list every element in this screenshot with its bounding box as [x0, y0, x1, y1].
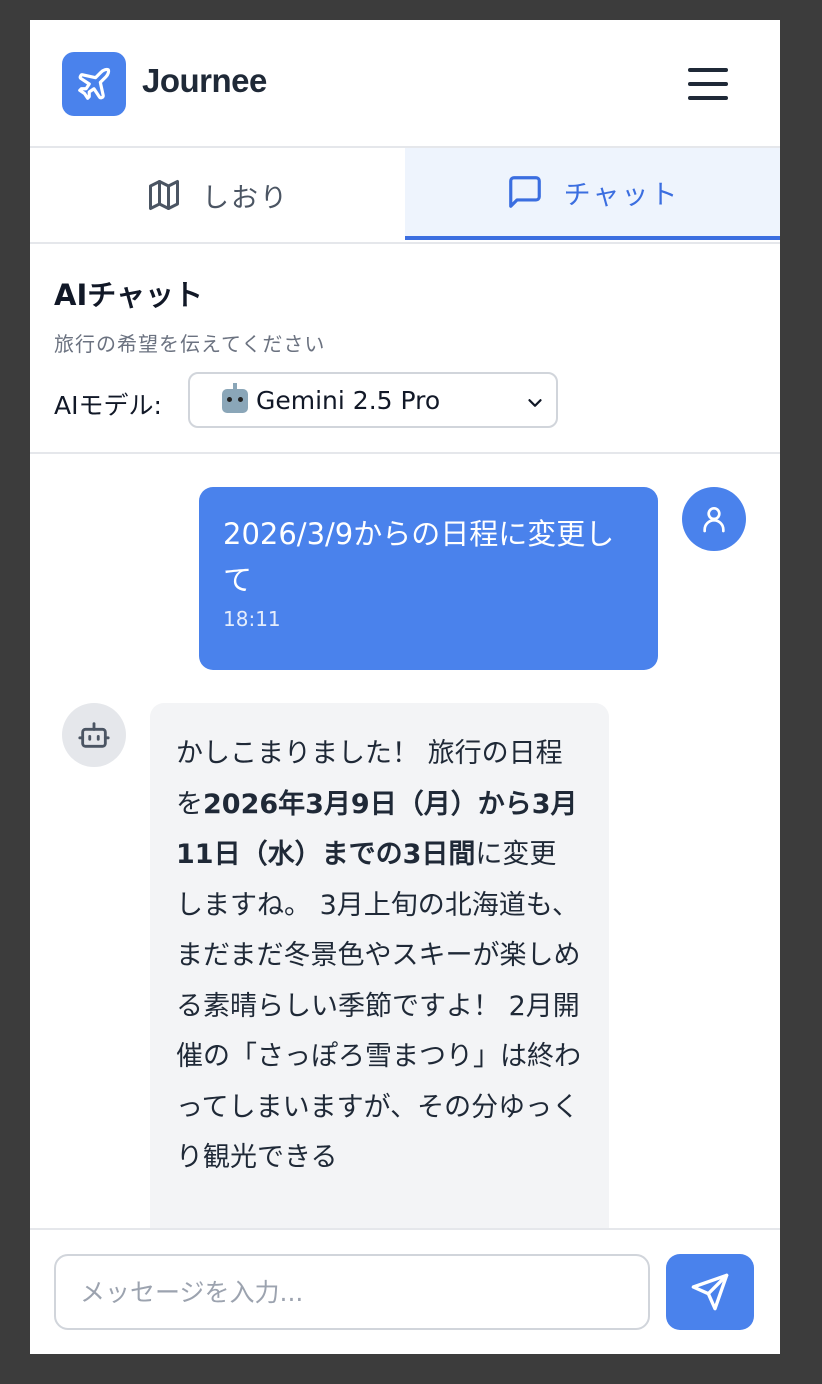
robot-icon [222, 382, 248, 413]
app-title: Journee [142, 62, 267, 99]
tab-bar: しおり チャット [30, 148, 780, 244]
send-button[interactable] [666, 1254, 754, 1330]
tab-chat-label: チャット [563, 179, 680, 211]
tab-itinerary-label: しおり [202, 182, 289, 214]
assistant-message: かしこまりました！ 旅行の日程を2026年3月9日（月）から3月11日（水）まで… [150, 703, 609, 1228]
chat-title: AIチャット [54, 278, 203, 312]
user-avatar-icon [682, 487, 746, 551]
bot-avatar-icon [62, 703, 126, 767]
model-label: AIモデル: [54, 391, 162, 420]
airplane-icon [62, 52, 126, 116]
model-select[interactable]: Gemini 2.5 Pro [188, 372, 558, 428]
user-message-time: 18:11 [223, 607, 281, 631]
chevron-down-icon [528, 399, 542, 407]
message-input[interactable] [54, 1254, 650, 1330]
composer [30, 1228, 780, 1354]
user-message-text: 2026/3/9からの日程に変更して [223, 517, 615, 597]
user-message: 2026/3/9からの日程に変更して 18:11 [199, 487, 658, 670]
app-header: Journee [30, 20, 780, 148]
tab-chat[interactable]: チャット [405, 148, 780, 240]
chat-header: AIチャット 旅行の希望を伝えてください AIモデル: Gemini 2.5 P… [30, 244, 780, 454]
tab-itinerary[interactable]: しおり [30, 148, 405, 242]
model-selected-value: Gemini 2.5 Pro [256, 386, 441, 415]
send-icon [691, 1273, 729, 1311]
chat-bubble-icon [508, 176, 541, 208]
hamburger-menu-icon[interactable] [686, 64, 730, 104]
app-window: Journee しおり チャット AIチャット 旅行の希望を伝えてください AI… [30, 20, 780, 1354]
chat-subtitle: 旅行の希望を伝えてください [54, 332, 326, 356]
message-list[interactable]: 2026/3/9からの日程に変更して 18:11 かしこまりました！ 旅行の日程… [30, 454, 780, 1228]
assistant-text-2: に変更しますね。 3月上旬の北海道も、まだまだ冬景色やスキーが楽しめる素晴らしい… [176, 839, 581, 1173]
map-icon [149, 180, 179, 210]
